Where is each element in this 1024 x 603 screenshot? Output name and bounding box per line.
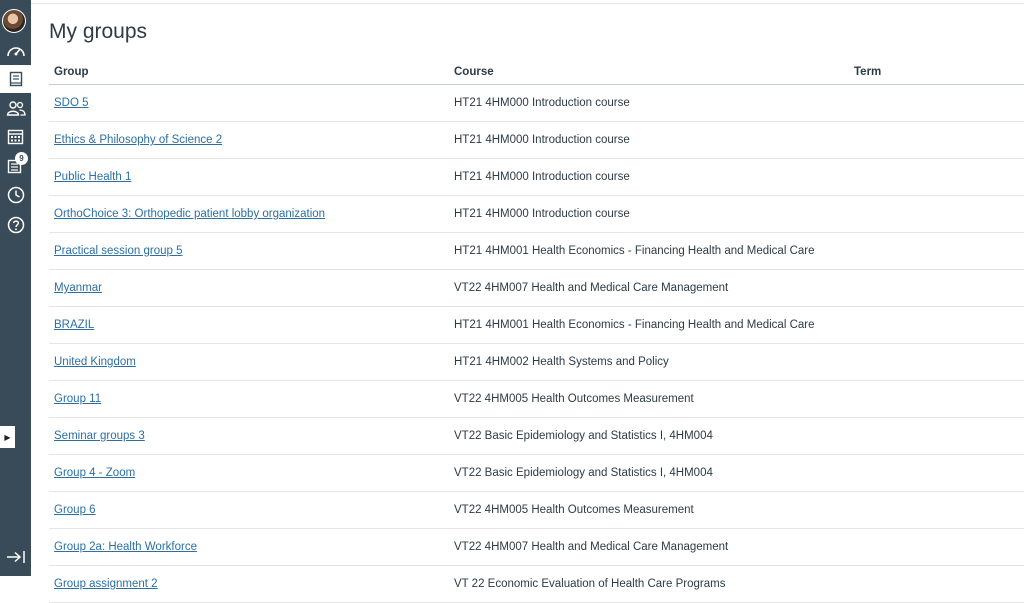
dashboard-icon[interactable] (0, 37, 31, 65)
course-name: VT22 Basic Epidemiology and Statistics I… (454, 467, 713, 479)
table-row: Seminar groups 3 VT22 Basic Epidemiology… (49, 417, 1024, 455)
course-name: HT21 4HM000 Introduction course (454, 134, 630, 146)
table-row: Myanmar VT22 4HM007 Health and Medical C… (49, 269, 1024, 307)
table-row: Group 6 VT22 4HM005 Health Outcomes Meas… (49, 491, 1024, 529)
term-cell (849, 84, 1024, 122)
course-name: VT22 4HM005 Health Outcomes Measurement (454, 393, 694, 405)
course-name: HT21 4HM002 Health Systems and Policy (454, 356, 669, 368)
user-avatar[interactable] (2, 9, 26, 33)
term-cell (849, 454, 1024, 492)
expand-panel-button[interactable]: ▶ (0, 426, 15, 448)
group-link[interactable]: Practical session group 5 (54, 245, 182, 257)
table-row: Group 2a: Health Workforce VT22 4HM007 H… (49, 528, 1024, 566)
course-name: HT21 4HM000 Introduction course (454, 208, 630, 220)
term-cell (849, 195, 1024, 233)
arrow-to-right-icon (6, 551, 25, 563)
groups-table: Group Course Term SDO 5 HT21 4HM000 Intr… (49, 60, 1024, 603)
term-cell (849, 343, 1024, 381)
course-name: VT22 4HM005 Health Outcomes Measurement (454, 504, 694, 516)
term-cell (849, 121, 1024, 159)
group-link[interactable]: Group 2a: Health Workforce (54, 541, 197, 553)
group-link[interactable]: Seminar groups 3 (54, 430, 145, 442)
group-link[interactable]: Group 6 (54, 504, 96, 516)
table-header-row: Group Course Term (49, 60, 1024, 85)
groups-icon[interactable] (0, 94, 31, 122)
main-content: My groups Group Course Term SDO 5 HT21 4… (31, 0, 1024, 603)
calendar-icon[interactable] (0, 122, 31, 150)
table-row: Group 11 VT22 4HM005 Health Outcomes Mea… (49, 380, 1024, 418)
term-column-header: Term (849, 60, 1024, 85)
help-icon[interactable] (0, 211, 31, 239)
course-column-header: Course (449, 60, 849, 85)
group-link[interactable]: Group 11 (54, 393, 101, 405)
group-column-header: Group (49, 60, 449, 85)
course-name: HT21 4HM000 Introduction course (454, 171, 630, 183)
term-cell (849, 306, 1024, 344)
term-cell (849, 528, 1024, 566)
table-row: Ethics & Philosophy of Science 2 HT21 4H… (49, 121, 1024, 159)
collapse-nav-button[interactable] (0, 546, 31, 568)
group-link[interactable]: BRAZIL (54, 319, 94, 331)
course-name: VT 22 Economic Evaluation of Health Care… (454, 578, 726, 590)
course-name: VT22 4HM007 Health and Medical Care Mana… (454, 541, 729, 553)
term-cell (849, 417, 1024, 455)
table-row: Group assignment 2 VT 22 Economic Evalua… (49, 565, 1024, 603)
group-link[interactable]: Ethics & Philosophy of Science 2 (54, 134, 222, 146)
term-cell (849, 269, 1024, 307)
table-row: Practical session group 5 HT21 4HM001 He… (49, 232, 1024, 270)
group-link[interactable]: Group assignment 2 (54, 578, 158, 590)
page-title: My groups (49, 20, 148, 43)
table-row: United Kingdom HT21 4HM002 Health System… (49, 343, 1024, 381)
group-link[interactable]: Group 4 - Zoom (54, 467, 135, 479)
term-cell (849, 158, 1024, 196)
term-cell (849, 565, 1024, 603)
table-row: SDO 5 HT21 4HM000 Introduction course (49, 84, 1024, 122)
group-link[interactable]: Public Health 1 (54, 171, 131, 183)
group-link[interactable]: SDO 5 (54, 97, 89, 109)
course-name: HT21 4HM001 Health Economics - Financing… (454, 245, 815, 257)
history-icon[interactable] (0, 181, 31, 209)
courses-icon[interactable] (0, 65, 31, 93)
group-link[interactable]: Myanmar (54, 282, 102, 294)
term-cell (849, 232, 1024, 270)
course-name: VT22 4HM007 Health and Medical Care Mana… (454, 282, 729, 294)
group-link[interactable]: United Kingdom (54, 356, 136, 368)
global-nav: 9 ▶ (0, 0, 31, 576)
header-divider (31, 3, 1024, 4)
table-row: OrthoChoice 3: Orthopedic patient lobby … (49, 195, 1024, 233)
course-name: HT21 4HM000 Introduction course (454, 97, 630, 109)
table-row: Public Health 1 HT21 4HM000 Introduction… (49, 158, 1024, 196)
term-cell (849, 380, 1024, 418)
table-row: BRAZIL HT21 4HM001 Health Economics - Fi… (49, 306, 1024, 344)
course-name: VT22 Basic Epidemiology and Statistics I… (454, 430, 713, 442)
group-link[interactable]: OrthoChoice 3: Orthopedic patient lobby … (54, 208, 325, 220)
table-row: Group 4 - Zoom VT22 Basic Epidemiology a… (49, 454, 1024, 492)
course-name: HT21 4HM001 Health Economics - Financing… (454, 319, 815, 331)
inbox-badge: 9 (15, 152, 28, 165)
term-cell (849, 491, 1024, 529)
play-arrow-icon: ▶ (4, 432, 11, 442)
